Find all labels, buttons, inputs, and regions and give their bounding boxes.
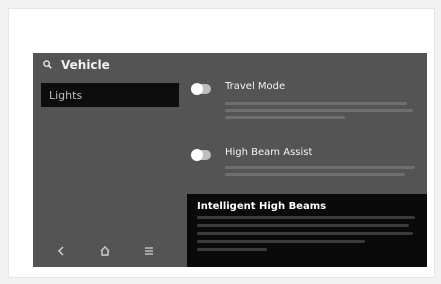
tooltip-text-line (197, 248, 267, 251)
setting-label: High Beam Assist (225, 147, 313, 158)
back-icon (57, 246, 64, 256)
high-beam-assist-toggle[interactable] (191, 149, 211, 161)
tooltip-title: Intelligent High Beams (197, 201, 327, 212)
info-tooltip: Intelligent High Beams (187, 194, 427, 267)
travel-mode-toggle[interactable] (191, 83, 211, 95)
header: Vehicle (33, 53, 427, 77)
bottom-nav (33, 233, 181, 267)
vehicle-settings-screen: Vehicle Lights Travel Mode High Beam Ass… (33, 53, 427, 267)
setting-label: Travel Mode (225, 81, 286, 92)
description-line (225, 102, 407, 105)
menu-button[interactable] (141, 243, 157, 259)
page-title: Vehicle (61, 58, 110, 72)
sidebar: Lights (33, 77, 181, 267)
tooltip-text-line (197, 224, 409, 227)
screenshot-frame: Vehicle Lights Travel Mode High Beam Ass… (8, 8, 435, 278)
back-button[interactable] (53, 243, 69, 259)
description-line (225, 166, 415, 169)
search-icon[interactable] (43, 60, 52, 69)
description-line (225, 116, 345, 119)
menu-icon (145, 247, 153, 255)
tooltip-text-line (197, 232, 413, 235)
sidebar-item-label: Lights (49, 88, 83, 102)
tooltip-text-line (197, 216, 415, 219)
description-line (225, 109, 413, 112)
sidebar-item-lights[interactable]: Lights (41, 83, 179, 107)
description-line (225, 173, 405, 176)
home-icon (100, 246, 110, 256)
tooltip-text-line (197, 240, 365, 243)
home-button[interactable] (97, 243, 113, 259)
